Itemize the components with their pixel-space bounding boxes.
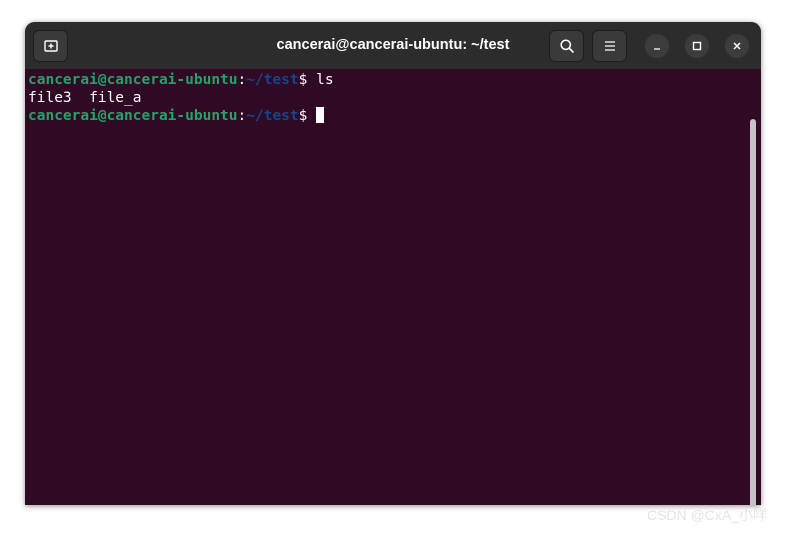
minimize-icon bbox=[654, 48, 660, 50]
menu-button[interactable] bbox=[592, 30, 627, 62]
titlebar[interactable]: cancerai@cancerai-ubuntu: ~/test bbox=[25, 22, 761, 69]
prompt-colon: : bbox=[237, 72, 247, 88]
text-cursor bbox=[316, 107, 325, 123]
prompt-symbol: $ bbox=[298, 72, 317, 88]
close-icon bbox=[733, 42, 741, 50]
new-tab-icon bbox=[43, 40, 58, 52]
search-icon bbox=[559, 39, 574, 53]
command-text: ls bbox=[316, 72, 334, 88]
terminal-window: cancerai@cancerai-ubuntu: ~/test cancera… bbox=[25, 22, 761, 505]
command-output: file3 file_a bbox=[28, 90, 142, 106]
prompt-colon: : bbox=[237, 108, 247, 124]
prompt-user-host: cancerai@cancerai-ubuntu bbox=[28, 72, 238, 88]
minimize-button[interactable] bbox=[645, 34, 669, 58]
prompt-user-host: cancerai@cancerai-ubuntu bbox=[28, 108, 238, 124]
new-tab-button[interactable] bbox=[33, 30, 68, 62]
terminal-line: cancerai@cancerai-ubuntu:~/test$ ls bbox=[28, 71, 334, 89]
maximize-button[interactable] bbox=[685, 34, 709, 58]
maximize-icon bbox=[692, 41, 702, 51]
watermark: CSDN @CxA_小咩 bbox=[647, 507, 768, 523]
window-title: cancerai@cancerai-ubuntu: ~/test bbox=[276, 37, 510, 53]
prompt-path: ~/test bbox=[246, 72, 299, 88]
prompt-path: ~/test bbox=[246, 108, 299, 124]
hamburger-menu-icon bbox=[604, 41, 615, 51]
prompt-symbol: $ bbox=[298, 108, 317, 124]
terminal-line: cancerai@cancerai-ubuntu:~/test$ bbox=[28, 107, 325, 125]
scrollbar[interactable] bbox=[750, 119, 756, 505]
search-button[interactable] bbox=[549, 30, 584, 62]
terminal-output-line: file3 file_a bbox=[28, 89, 142, 107]
terminal-content[interactable]: cancerai@cancerai-ubuntu:~/test$ ls file… bbox=[25, 69, 761, 505]
close-button[interactable] bbox=[725, 34, 749, 58]
